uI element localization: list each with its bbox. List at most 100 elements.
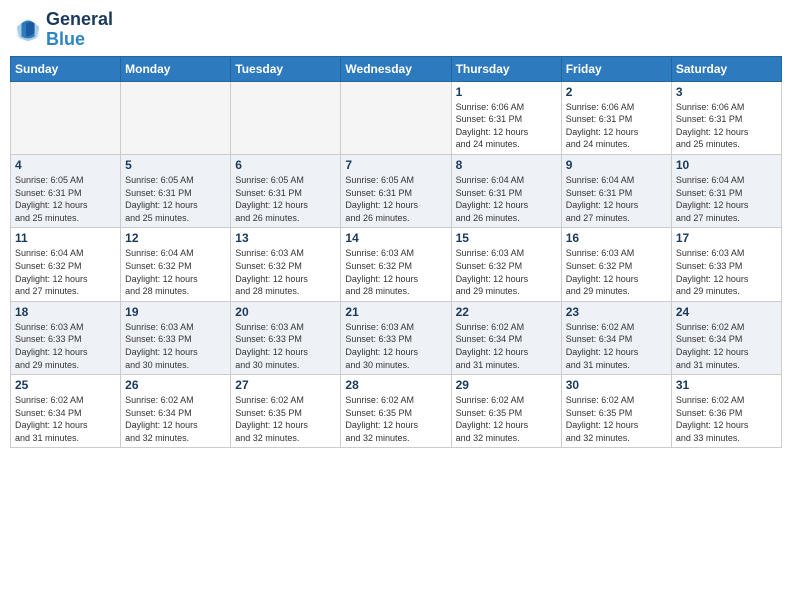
day-number: 18: [15, 305, 116, 319]
day-number: 8: [456, 158, 557, 172]
calendar-cell: 31Sunrise: 6:02 AM Sunset: 6:36 PM Dayli…: [671, 375, 781, 448]
page-header: General Blue: [10, 10, 782, 50]
calendar-cell: 14Sunrise: 6:03 AM Sunset: 6:32 PM Dayli…: [341, 228, 451, 301]
calendar-week-1: 1Sunrise: 6:06 AM Sunset: 6:31 PM Daylig…: [11, 81, 782, 154]
calendar-cell: 28Sunrise: 6:02 AM Sunset: 6:35 PM Dayli…: [341, 375, 451, 448]
day-info: Sunrise: 6:02 AM Sunset: 6:34 PM Dayligh…: [125, 394, 226, 444]
calendar-cell: 19 Sunrise: 6:03 AM Sunset: 6:33 PM Dayli…: [121, 301, 231, 374]
day-number: 19: [125, 305, 226, 319]
logo-text: General Blue: [46, 10, 113, 50]
day-info: Sunrise: 6:04 AM Sunset: 6:31 PM Dayligh…: [566, 174, 667, 224]
day-number: 6: [235, 158, 336, 172]
calendar-cell: 1Sunrise: 6:06 AM Sunset: 6:31 PM Daylig…: [451, 81, 561, 154]
day-number: 26: [125, 378, 226, 392]
day-number: 2: [566, 85, 667, 99]
day-info: Sunrise: 6:05 AM Sunset: 6:31 PM Dayligh…: [15, 174, 116, 224]
day-info: Sunrise: 6:02 AM Sunset: 6:34 PM Dayligh…: [566, 321, 667, 371]
calendar-cell: 15 Sunrise: 6:03 AM Sunset: 6:32 PM Dayli…: [451, 228, 561, 301]
calendar-cell: 8 Sunrise: 6:04 AM Sunset: 6:31 PM Daylig…: [451, 154, 561, 227]
day-info: Sunrise: 6:02 AM Sunset: 6:34 PM Dayligh…: [676, 321, 777, 371]
day-info: Sunrise: 6:06 AM Sunset: 6:31 PM Dayligh…: [456, 101, 557, 151]
day-number: 20: [235, 305, 336, 319]
day-number: 9: [566, 158, 667, 172]
weekday-header-monday: Monday: [121, 56, 231, 81]
weekday-header-friday: Friday: [561, 56, 671, 81]
day-info: Sunrise: 6:02 AM Sunset: 6:35 PM Dayligh…: [566, 394, 667, 444]
weekday-header-tuesday: Tuesday: [231, 56, 341, 81]
calendar-cell: 23 Sunrise: 6:02 AM Sunset: 6:34 PM Dayli…: [561, 301, 671, 374]
calendar-cell: 18 Sunrise: 6:03 AM Sunset: 6:33 PM Dayli…: [11, 301, 121, 374]
weekday-header-saturday: Saturday: [671, 56, 781, 81]
calendar-cell: 22 Sunrise: 6:02 AM Sunset: 6:34 PM Dayli…: [451, 301, 561, 374]
day-number: 25: [15, 378, 116, 392]
day-number: 15: [456, 231, 557, 245]
weekday-header-wednesday: Wednesday: [341, 56, 451, 81]
calendar-cell: 7 Sunrise: 6:05 AM Sunset: 6:31 PM Daylig…: [341, 154, 451, 227]
day-number: 10: [676, 158, 777, 172]
day-number: 30: [566, 378, 667, 392]
day-info: Sunrise: 6:02 AM Sunset: 6:34 PM Dayligh…: [15, 394, 116, 444]
calendar-week-5: 25 Sunrise: 6:02 AM Sunset: 6:34 PM Dayli…: [11, 375, 782, 448]
calendar-cell: 9 Sunrise: 6:04 AM Sunset: 6:31 PM Daylig…: [561, 154, 671, 227]
day-info: Sunrise: 6:03 AM Sunset: 6:33 PM Dayligh…: [676, 247, 777, 297]
calendar-cell: 27 Sunrise: 6:02 AM Sunset: 6:35 PM Dayli…: [231, 375, 341, 448]
weekday-header-sunday: Sunday: [11, 56, 121, 81]
day-info: Sunrise: 6:04 AM Sunset: 6:31 PM Dayligh…: [456, 174, 557, 224]
day-number: 22: [456, 305, 557, 319]
day-info: Sunrise: 6:03 AM Sunset: 6:33 PM Dayligh…: [125, 321, 226, 371]
calendar-cell: 6 Sunrise: 6:05 AM Sunset: 6:31 PM Daylig…: [231, 154, 341, 227]
day-info: Sunrise: 6:05 AM Sunset: 6:31 PM Dayligh…: [125, 174, 226, 224]
day-number: 29: [456, 378, 557, 392]
calendar-cell: 13Sunrise: 6:03 AM Sunset: 6:32 PM Dayli…: [231, 228, 341, 301]
day-info: Sunrise: 6:04 AM Sunset: 6:32 PM Dayligh…: [125, 247, 226, 297]
day-info: Sunrise: 6:02 AM Sunset: 6:35 PM Dayligh…: [235, 394, 336, 444]
day-info: Sunrise: 6:06 AM Sunset: 6:31 PM Dayligh…: [676, 101, 777, 151]
day-number: 16: [566, 231, 667, 245]
day-number: 11: [15, 231, 116, 245]
day-info: Sunrise: 6:03 AM Sunset: 6:32 PM Dayligh…: [566, 247, 667, 297]
day-number: 3: [676, 85, 777, 99]
calendar-cell: 17 Sunrise: 6:03 AM Sunset: 6:33 PM Dayli…: [671, 228, 781, 301]
day-number: 17: [676, 231, 777, 245]
calendar-cell: [231, 81, 341, 154]
weekday-header-thursday: Thursday: [451, 56, 561, 81]
day-info: Sunrise: 6:06 AM Sunset: 6:31 PM Dayligh…: [566, 101, 667, 151]
calendar-week-4: 18 Sunrise: 6:03 AM Sunset: 6:33 PM Dayli…: [11, 301, 782, 374]
day-number: 12: [125, 231, 226, 245]
calendar-cell: [11, 81, 121, 154]
calendar-week-3: 11 Sunrise: 6:04 AM Sunset: 6:32 PM Dayli…: [11, 228, 782, 301]
calendar-cell: 5 Sunrise: 6:05 AM Sunset: 6:31 PM Daylig…: [121, 154, 231, 227]
day-number: 27: [235, 378, 336, 392]
logo: General Blue: [14, 10, 113, 50]
calendar-cell: 24 Sunrise: 6:02 AM Sunset: 6:34 PM Dayli…: [671, 301, 781, 374]
calendar-cell: 4 Sunrise: 6:05 AM Sunset: 6:31 PM Daylig…: [11, 154, 121, 227]
day-info: Sunrise: 6:05 AM Sunset: 6:31 PM Dayligh…: [235, 174, 336, 224]
day-info: Sunrise: 6:03 AM Sunset: 6:33 PM Dayligh…: [15, 321, 116, 371]
day-number: 24: [676, 305, 777, 319]
calendar-cell: 12 Sunrise: 6:04 AM Sunset: 6:32 PM Dayli…: [121, 228, 231, 301]
day-number: 23: [566, 305, 667, 319]
calendar-cell: 26 Sunrise: 6:02 AM Sunset: 6:34 PM Dayli…: [121, 375, 231, 448]
day-info: Sunrise: 6:03 AM Sunset: 6:33 PM Dayligh…: [345, 321, 446, 371]
calendar-cell: 21 Sunrise: 6:03 AM Sunset: 6:33 PM Dayli…: [341, 301, 451, 374]
day-number: 7: [345, 158, 446, 172]
day-number: 5: [125, 158, 226, 172]
day-number: 4: [15, 158, 116, 172]
day-number: 28: [345, 378, 446, 392]
weekday-header-row: SundayMondayTuesdayWednesdayThursdayFrid…: [11, 56, 782, 81]
calendar-cell: 30 Sunrise: 6:02 AM Sunset: 6:35 PM Dayli…: [561, 375, 671, 448]
calendar-cell: 25 Sunrise: 6:02 AM Sunset: 6:34 PM Dayli…: [11, 375, 121, 448]
logo-icon: [14, 16, 42, 44]
day-info: Sunrise: 6:03 AM Sunset: 6:32 PM Dayligh…: [456, 247, 557, 297]
day-number: 13: [235, 231, 336, 245]
calendar-cell: 20Sunrise: 6:03 AM Sunset: 6:33 PM Dayli…: [231, 301, 341, 374]
calendar-week-2: 4 Sunrise: 6:05 AM Sunset: 6:31 PM Daylig…: [11, 154, 782, 227]
day-number: 21: [345, 305, 446, 319]
day-number: 14: [345, 231, 446, 245]
day-info: Sunrise: 6:04 AM Sunset: 6:31 PM Dayligh…: [676, 174, 777, 224]
day-info: Sunrise: 6:05 AM Sunset: 6:31 PM Dayligh…: [345, 174, 446, 224]
calendar-cell: 2 Sunrise: 6:06 AM Sunset: 6:31 PM Daylig…: [561, 81, 671, 154]
day-info: Sunrise: 6:02 AM Sunset: 6:34 PM Dayligh…: [456, 321, 557, 371]
calendar-cell: 3 Sunrise: 6:06 AM Sunset: 6:31 PM Daylig…: [671, 81, 781, 154]
calendar-cell: [121, 81, 231, 154]
